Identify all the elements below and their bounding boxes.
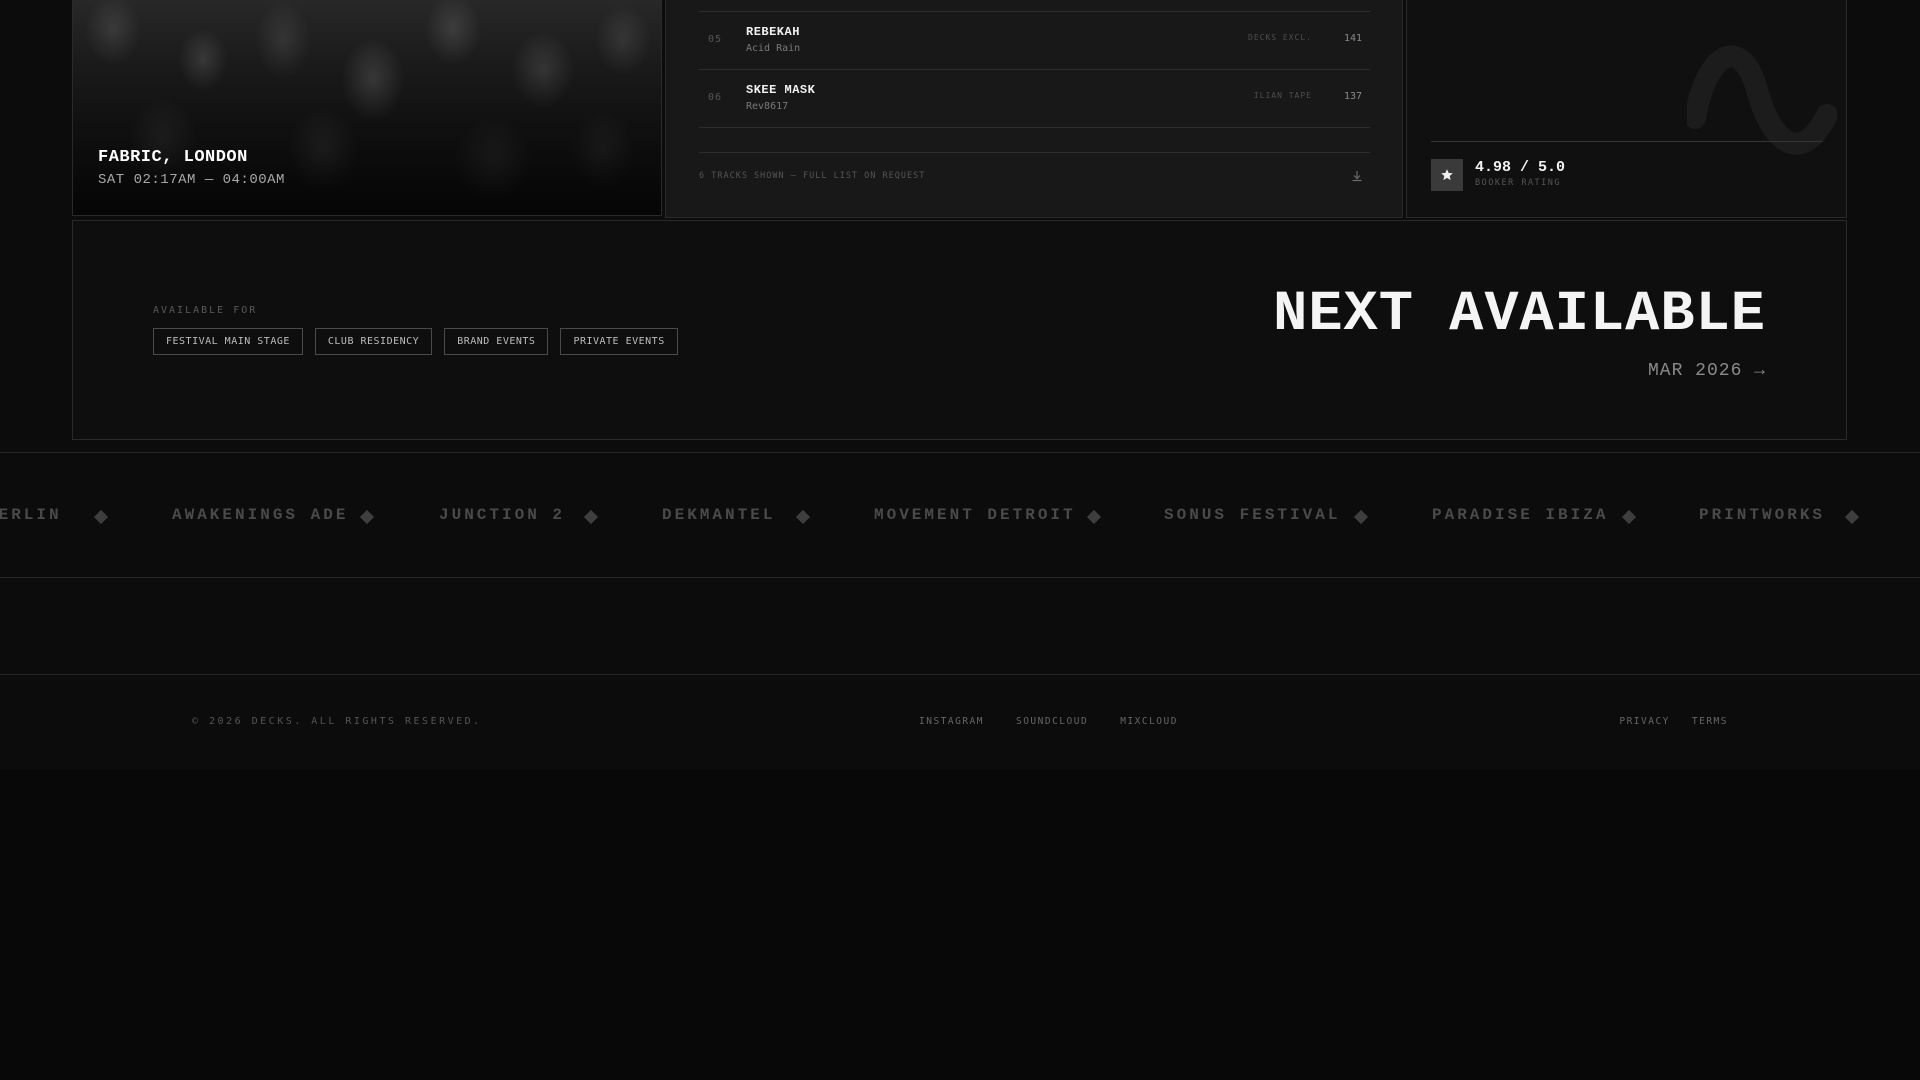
next-available-date-link[interactable]: MAR 2026 → [1648,361,1766,381]
gig-photo-card[interactable]: FABRIC, LONDON SAT 02:17AM — 04:00AM [72,0,662,216]
divider [699,152,1370,153]
diamond-icon [1844,509,1860,525]
social-links: INSTAGRAM SOUNDCLOUD MIXCLOUD [919,716,1178,727]
soundcloud-link[interactable]: SOUNDCLOUD [1016,716,1088,727]
tracklist-footer-note: 6 TRACKS SHOWN — FULL LIST ON REQUEST [699,171,926,181]
site-footer: © 2026 DECKS. ALL RIGHTS RESERVED. INSTA… [0,675,1920,770]
track-label: DECKS EXCL. [1248,33,1312,42]
download-icon[interactable] [1350,169,1364,183]
availability-tags: FESTIVAL MAIN STAGE CLUB RESIDENCY BRAND… [153,328,678,355]
privacy-link[interactable]: PRIVACY [1619,716,1670,727]
track-title: Rev8617 [746,101,789,112]
tag-club-residency[interactable]: CLUB RESIDENCY [314,328,433,355]
mixcloud-link[interactable]: MIXCLOUD [1120,716,1178,727]
track-number: 05 [708,34,723,45]
available-for-label: AVAILABLE FOR [153,305,258,316]
track-artist: REBEKAH [746,25,800,39]
terms-link[interactable]: TERMS [1692,716,1728,727]
wave-logo-icon [1687,45,1837,155]
legal-links: PRIVACY TERMS [1619,716,1728,727]
track-row[interactable]: 05 REBEKAH Acid Rain DECKS EXCL. 141 [699,12,1370,70]
diamond-icon [93,509,109,525]
tracklist-card: 05 REBEKAH Acid Rain DECKS EXCL. 141 06 … [665,0,1403,218]
tag-brand-events[interactable]: BRAND EVENTS [444,328,549,355]
next-available-title: NEXT AVAILABLE [1273,283,1766,347]
diamond-icon [359,509,375,525]
marquee-item: MOVEMENT DETROIT [874,506,1076,524]
marquee-item: JUNCTION 2 [439,506,566,524]
availability-section: AVAILABLE FOR FESTIVAL MAIN STAGE CLUB R… [72,220,1847,440]
tag-private-events[interactable]: PRIVATE EVENTS [560,328,678,355]
rating-card: 4.98 / 5.0 BOOKER RATING [1406,0,1847,218]
star-icon [1431,159,1463,191]
rating-value: 4.98 / 5.0 [1475,159,1566,176]
track-number: 06 [708,92,723,103]
marquee-item: BERLIN [0,506,62,524]
marquee-item: PARADISE IBIZA [1432,506,1609,524]
track-bpm: 137 [1343,91,1362,102]
copyright-text: © 2026 DECKS. ALL RIGHTS RESERVED. [192,716,482,727]
diamond-icon [1353,509,1369,525]
diamond-icon [795,509,811,525]
track-row[interactable]: 06 SKEE MASK Rev8617 ILIAN TAPE 137 [699,70,1370,128]
track-bpm: 141 [1343,33,1362,44]
marquee-item: SONUS FESTIVAL [1164,506,1341,524]
tag-festival-main-stage[interactable]: FESTIVAL MAIN STAGE [153,328,303,355]
track-title: Acid Rain [746,43,801,54]
venue-marquee: BERLIN AWAKENINGS ADE JUNCTION 2 DEKMANT… [0,452,1920,578]
diamond-icon [583,509,599,525]
marquee-item: AWAKENINGS ADE [172,506,349,524]
divider [1431,141,1823,142]
venue-time: SAT 02:17AM — 04:00AM [98,172,285,188]
marquee-item: PRINTWORKS [1699,506,1826,524]
instagram-link[interactable]: INSTAGRAM [919,716,984,727]
diamond-icon [1086,509,1102,525]
diamond-icon [1621,509,1637,525]
marquee-item: DEKMANTEL [662,506,776,524]
track-label: ILIAN TAPE [1253,91,1312,100]
venue-name: FABRIC, LONDON [98,148,248,167]
rating-caption: BOOKER RATING [1475,178,1562,188]
track-artist: SKEE MASK [746,83,816,97]
